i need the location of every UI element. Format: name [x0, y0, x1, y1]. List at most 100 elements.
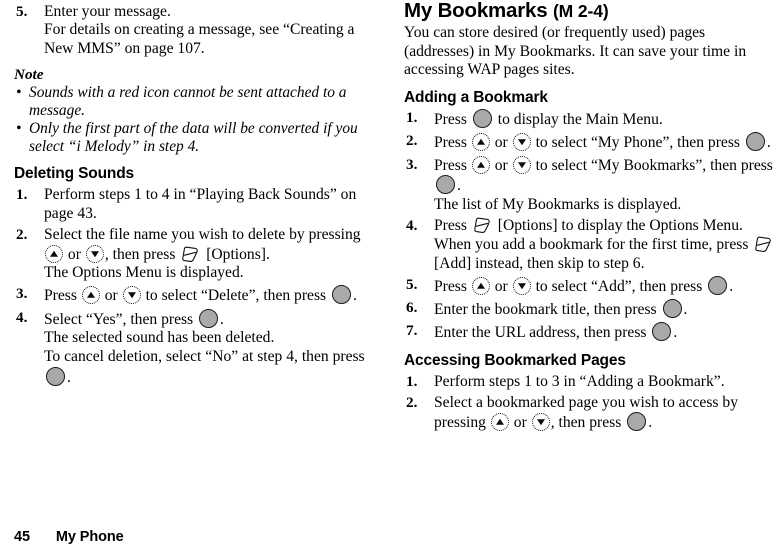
step-number: 5.	[406, 275, 418, 293]
step-item: 4. Select “Yes”, then press . The select…	[14, 308, 382, 388]
footer-page-number: 45	[14, 529, 30, 545]
step-text: , then press	[104, 245, 176, 263]
step5-detail: For details on creating a message, see “…	[44, 21, 355, 57]
step-text: , then press	[550, 414, 622, 432]
step-text: .	[220, 310, 224, 328]
navigation-up-key-icon[interactable]	[471, 155, 490, 174]
page-title: My Bookmarks (M 2-4)	[404, 0, 777, 22]
center-select-key-icon[interactable]	[627, 412, 647, 432]
step-number: 2.	[16, 225, 28, 243]
step-text: Press	[434, 111, 467, 129]
step-text: .	[353, 287, 357, 305]
step-text: Enter the bookmark title, then press	[434, 301, 657, 319]
step-text: [Options] to display the Options Menu.	[497, 217, 743, 235]
center-select-key-icon[interactable]	[652, 322, 672, 342]
navigation-up-key-icon[interactable]	[45, 244, 63, 263]
step-text: [Options].	[206, 245, 270, 263]
left-column: 5. Enter your message. For details on cr…	[14, 0, 382, 387]
center-select-key-icon[interactable]	[472, 109, 492, 129]
step-item: 2. Press or to select “My Phone”, then p…	[404, 132, 777, 153]
continued-steps-list: 5. Enter your message.	[14, 3, 382, 22]
step-text: Enter your message.	[44, 2, 171, 20]
step-item: 5. Enter your message.	[14, 3, 382, 22]
step-number: 2.	[406, 132, 418, 150]
right-column: My Bookmarks (M 2-4) You can store desir…	[404, 0, 777, 433]
step-item: 2. Select a bookmarked page you wish to …	[404, 394, 777, 433]
navigation-up-key-icon[interactable]	[471, 133, 490, 152]
step-text: Enter the URL address, then press	[434, 324, 647, 342]
center-select-key-icon[interactable]	[436, 175, 455, 195]
navigation-down-key-icon[interactable]	[512, 133, 531, 152]
step-text: Press	[434, 134, 467, 152]
left-soft-key-icon[interactable]	[754, 236, 773, 254]
step-detail-end: .	[67, 368, 71, 386]
navigation-down-key-icon[interactable]	[85, 244, 104, 263]
page-title-code: (M 2-4)	[552, 1, 609, 21]
step-detail-text: When you add a bookmark for the first ti…	[434, 236, 749, 253]
navigation-down-key-icon[interactable]	[512, 155, 531, 174]
center-select-key-icon[interactable]	[46, 366, 65, 386]
navigation-up-key-icon[interactable]	[81, 286, 100, 305]
step-number: 7.	[406, 322, 418, 340]
step-detail: The selected sound has been deleted.	[44, 329, 275, 347]
step-text: to select “Delete”, then press	[145, 287, 327, 305]
bullet-icon: •	[16, 83, 22, 101]
step-item: 1. Press to display the Main Menu.	[404, 109, 777, 130]
step-text: to select “My Phone”, then press	[535, 134, 740, 152]
step-text: or	[67, 245, 81, 263]
step-item: 5. Press or to select “Add”, then press …	[404, 275, 777, 297]
step-number: 3.	[406, 155, 418, 173]
step-text: or	[494, 156, 508, 174]
bullet-icon: •	[16, 120, 22, 138]
center-select-key-icon[interactable]	[662, 299, 682, 319]
left-soft-key-icon[interactable]	[473, 217, 492, 235]
left-soft-key-icon[interactable]	[181, 246, 200, 264]
navigation-down-key-icon[interactable]	[531, 413, 550, 432]
step-number: 1.	[406, 372, 418, 390]
step-text: to select “My Bookmarks”, then press	[535, 156, 773, 174]
step-text: to select “Add”, then press	[535, 277, 703, 295]
deleting-sounds-steps: 1. Perform steps 1 to 4 in “Playing Back…	[14, 186, 382, 388]
step-text: or	[494, 277, 508, 295]
step-number: 6.	[406, 299, 418, 317]
step-text: .	[457, 177, 461, 195]
note-item: • Sounds with a red icon cannot be sent …	[14, 84, 382, 120]
center-select-key-icon[interactable]	[708, 275, 728, 295]
step-detail: When you add a bookmark for the first ti…	[434, 236, 777, 273]
step-item: 1. Perform steps 1 to 3 in “Adding a Boo…	[404, 373, 777, 392]
step-text: Perform steps 1 to 3 in “Adding a Bookma…	[434, 372, 725, 390]
step-text: .	[673, 324, 678, 342]
page-footer: 45 My Phone	[14, 529, 124, 545]
step-number: 3.	[16, 285, 28, 303]
step-text: Press	[434, 156, 467, 174]
navigation-down-key-icon[interactable]	[122, 286, 141, 305]
accessing-bookmarked-pages-heading: Accessing Bookmarked Pages	[404, 352, 626, 370]
step-item: 4. Press [Options] to display the Option…	[404, 217, 777, 273]
note-list: • Sounds with a red icon cannot be sent …	[14, 84, 382, 157]
step-detail: The list of My Bookmarks is displayed.	[434, 196, 682, 214]
deleting-sounds-heading: Deleting Sounds	[14, 165, 135, 183]
accessing-bookmarked-pages-steps: 1. Perform steps 1 to 3 in “Adding a Boo…	[404, 373, 777, 434]
center-select-key-icon[interactable]	[332, 285, 352, 305]
footer-section-name: My Phone	[55, 529, 124, 545]
step-number: 4.	[16, 308, 28, 326]
navigation-up-key-icon[interactable]	[490, 413, 509, 432]
step-text: .	[766, 134, 771, 152]
center-select-key-icon[interactable]	[745, 132, 765, 152]
step-text: or	[104, 287, 118, 305]
step-text: .	[683, 301, 688, 319]
navigation-up-key-icon[interactable]	[471, 276, 490, 295]
step-text: to display the Main Menu.	[497, 111, 663, 129]
intro-paragraph: You can store desired (or frequently use…	[404, 24, 747, 79]
note-heading: Note	[14, 65, 44, 83]
step-text: or	[494, 134, 508, 152]
step-number: 1.	[406, 109, 418, 127]
navigation-down-key-icon[interactable]	[512, 276, 531, 295]
step-detail: To cancel deletion, select “No” at step …	[44, 348, 382, 387]
center-select-key-icon[interactable]	[199, 308, 219, 328]
step-detail-text: [Add] instead, then skip to step 6.	[434, 254, 645, 272]
step-text: Press	[434, 217, 467, 235]
step-text: Press	[434, 277, 467, 295]
step-item: 1. Perform steps 1 to 4 in “Playing Back…	[14, 186, 382, 223]
adding-bookmark-steps: 1. Press to display the Main Menu. 2. Pr…	[404, 109, 777, 343]
